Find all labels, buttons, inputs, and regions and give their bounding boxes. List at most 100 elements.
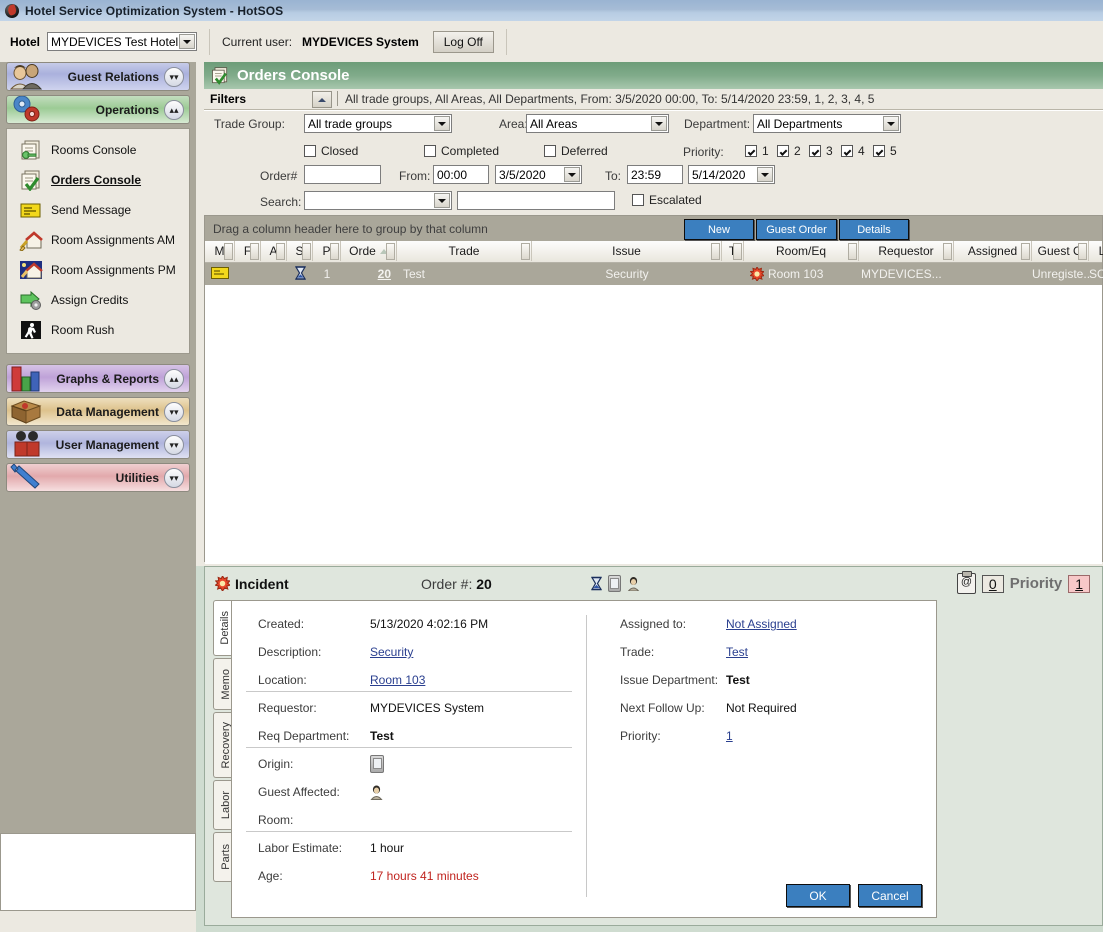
order-number-input[interactable]: [304, 165, 381, 184]
sidebar-group-utilities[interactable]: Utilities ▾▾: [6, 463, 190, 492]
sidebar-group-user-management[interactable]: User Management ▾▾: [6, 430, 190, 459]
chevron-down-icon[interactable]: ▾▾: [164, 402, 184, 422]
column-header-t[interactable]: T: [722, 241, 744, 261]
hotel-select[interactable]: MYDEVICES Test Hotel: [47, 32, 197, 51]
cancel-button[interactable]: Cancel: [858, 884, 922, 907]
from-date-picker[interactable]: 3/5/2020: [495, 165, 582, 184]
trade-group-select[interactable]: All trade groups: [304, 114, 452, 133]
column-header-assigned[interactable]: Assigned: [954, 241, 1032, 261]
sidebar-group-graphs-reports[interactable]: Graphs & Reports ▴▴: [6, 364, 190, 393]
cell-issue[interactable]: Security: [532, 263, 722, 285]
chevron-down-icon[interactable]: [434, 193, 450, 208]
chevron-down-icon[interactable]: ▾▾: [164, 435, 184, 455]
column-header-issue[interactable]: Issue: [532, 241, 722, 261]
field-description-value[interactable]: Security: [370, 645, 413, 659]
log-off-button[interactable]: Log Off: [432, 30, 494, 53]
column-header-guest-o[interactable]: Guest O: [1032, 241, 1089, 261]
cell-trade[interactable]: Test: [397, 263, 532, 285]
field-requestor-label: Requestor:: [258, 701, 317, 715]
search-select[interactable]: [304, 191, 452, 210]
from-time-input[interactable]: 00:00: [433, 165, 489, 184]
chevron-down-icon[interactable]: [757, 167, 773, 182]
chevron-down-icon[interactable]: [179, 34, 195, 49]
priority-4-checkbox[interactable]: 4: [841, 144, 865, 158]
sidebar-item-assign-credits[interactable]: Assign Credits: [7, 285, 189, 315]
search-input[interactable]: [457, 191, 615, 210]
field-priority-value[interactable]: 1: [726, 729, 733, 743]
attachment-count[interactable]: 0: [981, 574, 1004, 593]
field-location-value[interactable]: Room 103: [370, 673, 425, 687]
sidebar-item-orders-console[interactable]: Orders Console: [7, 165, 189, 195]
cell-status[interactable]: [287, 263, 313, 285]
cell-f[interactable]: [235, 263, 261, 285]
area-value: All Areas: [530, 116, 578, 131]
cell-last[interactable]: SO w...: [1089, 263, 1103, 285]
priority-2-checkbox[interactable]: 2: [777, 144, 801, 158]
cell-order-number[interactable]: 20: [341, 263, 397, 285]
column-header-last[interactable]: Last: [1089, 241, 1103, 261]
closed-checkbox[interactable]: Closed: [304, 144, 358, 158]
department-select[interactable]: All Departments: [753, 114, 901, 133]
chevron-up-icon[interactable]: ▴▴: [164, 100, 184, 120]
column-header-room-eq[interactable]: Room/Eq: [744, 241, 859, 261]
sidebar-group-data-management[interactable]: Data Management ▾▾: [6, 397, 190, 426]
chevron-down-icon[interactable]: [651, 116, 667, 131]
field-assigned-to-label: Assigned to:: [620, 617, 687, 631]
field-description-label: Description:: [258, 645, 322, 659]
chevron-down-icon[interactable]: [564, 167, 580, 182]
room-rush-icon: [19, 319, 43, 341]
filters-collapse-button[interactable]: [312, 91, 332, 108]
priority-value[interactable]: 1: [1068, 574, 1090, 593]
column-header-p[interactable]: P: [313, 241, 341, 261]
ok-button[interactable]: OK: [786, 884, 850, 907]
details-button[interactable]: Details: [839, 219, 909, 240]
escalated-checkbox[interactable]: Escalated: [632, 193, 702, 207]
chevron-down-icon[interactable]: ▾▾: [164, 468, 184, 488]
completed-checkbox[interactable]: Completed: [424, 144, 499, 158]
cell-message-flag[interactable]: [205, 263, 235, 285]
priority-1-checkbox[interactable]: 1: [745, 144, 769, 158]
to-date-picker[interactable]: 5/14/2020: [688, 165, 775, 184]
cell-room-eq[interactable]: Room 103: [744, 263, 859, 285]
column-header-s[interactable]: S: [287, 241, 313, 261]
sidebar-item-send-message[interactable]: Send Message: [7, 195, 189, 225]
field-guest-affected-label: Guest Affected:: [258, 785, 340, 799]
sidebar-item-room-assignments-pm[interactable]: Room Assignments PM: [7, 255, 189, 285]
area-select[interactable]: All Areas: [526, 114, 669, 133]
clipboard-attachment-icon[interactable]: [956, 571, 976, 594]
to-label: To:: [605, 169, 622, 183]
cell-guest-o[interactable]: Unregiste...: [1032, 263, 1089, 285]
column-header-trade[interactable]: Trade: [397, 241, 532, 261]
priority-3-checkbox[interactable]: 3: [809, 144, 833, 158]
window-title: Hotel Service Optimization System - HotS…: [25, 3, 284, 18]
column-header-a[interactable]: A: [261, 241, 287, 261]
field-trade-value[interactable]: Test: [726, 645, 748, 659]
chevron-down-icon[interactable]: ▾▾: [164, 67, 184, 87]
chevron-down-icon[interactable]: [434, 116, 450, 131]
sidebar-item-room-assignments-am[interactable]: Room Assignments AM: [7, 225, 189, 255]
group-by-dropzone[interactable]: Drag a column header here to group by th…: [205, 216, 1102, 241]
deferred-checkbox[interactable]: Deferred: [544, 144, 608, 158]
guest-order-button[interactable]: Guest Order: [756, 219, 837, 240]
cell-a[interactable]: [261, 263, 287, 285]
sidebar-group-guest-relations[interactable]: Guest Relations ▾▾: [6, 62, 190, 91]
column-header-m[interactable]: M: [205, 241, 235, 261]
table-row[interactable]: 1 20 Test Security Room 103 MYDEVICES...: [205, 263, 1103, 285]
sidebar-item-room-rush[interactable]: Room Rush: [7, 315, 189, 345]
new-button[interactable]: New: [684, 219, 754, 240]
to-time-input[interactable]: 23:59: [627, 165, 683, 184]
sidebar-group-operations[interactable]: Operations ▴▴: [6, 95, 190, 124]
cell-assigned[interactable]: [954, 263, 1032, 285]
column-header-order[interactable]: Orde: [341, 241, 397, 261]
field-age-value: 17 hours 41 minutes: [370, 869, 479, 883]
cell-requestor[interactable]: MYDEVICES...: [859, 263, 954, 285]
cell-t[interactable]: [722, 263, 744, 285]
chevron-up-icon[interactable]: ▴▴: [164, 369, 184, 389]
cell-priority[interactable]: 1: [313, 263, 341, 285]
field-assigned-to-value[interactable]: Not Assigned: [726, 617, 797, 631]
chevron-down-icon[interactable]: [883, 116, 899, 131]
priority-5-checkbox[interactable]: 5: [873, 144, 897, 158]
column-header-f[interactable]: F: [235, 241, 261, 261]
sidebar-item-rooms-console[interactable]: Rooms Console: [7, 135, 189, 165]
column-header-requestor[interactable]: Requestor: [859, 241, 954, 261]
